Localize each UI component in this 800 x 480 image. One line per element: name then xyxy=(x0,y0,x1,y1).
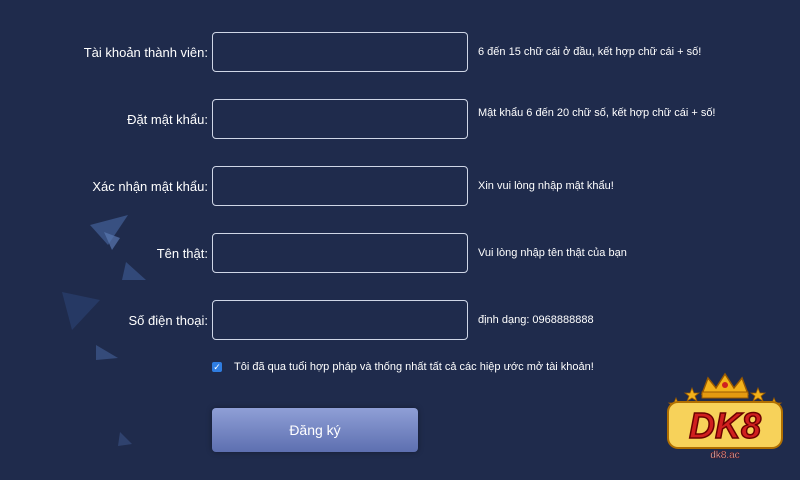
password-input[interactable] xyxy=(212,99,468,139)
form-row-password: Đặt mật khẩu: Mật khẩu 6 đến 20 chữ số, … xyxy=(0,99,800,141)
svg-text:DK8: DK8 xyxy=(689,405,761,446)
phone-hint: định dạng: 0968888888 xyxy=(478,314,594,326)
form-row-real-name: Tên thật: Vui lòng nhập tên thật của bạn xyxy=(0,233,800,275)
password-hint: Mật khẩu 6 đến 20 chữ số, kết hợp chữ cá… xyxy=(478,107,716,119)
username-input[interactable] xyxy=(212,32,468,72)
agreement-row: ✓ Tôi đã qua tuổi hợp pháp và thống nhất… xyxy=(212,359,594,375)
crown-icon xyxy=(700,372,750,399)
agreement-checkbox[interactable]: ✓ xyxy=(212,362,222,372)
agreement-text: Tôi đã qua tuổi hợp pháp và thống nhất t… xyxy=(234,361,594,373)
confirm-password-hint: Xin vui lòng nhập mật khẩu! xyxy=(478,180,614,192)
real-name-label: Tên thật: xyxy=(156,246,208,261)
real-name-input[interactable] xyxy=(212,233,468,273)
phone-input[interactable] xyxy=(212,300,468,340)
form-row-confirm-password: Xác nhận mật khẩu: Xin vui lòng nhập mật… xyxy=(0,166,800,208)
form-row-username: Tài khoản thành viên: 6 đến 15 chữ cái ở… xyxy=(0,32,800,74)
username-hint: 6 đến 15 chữ cái ở đầu, kết hợp chữ cái … xyxy=(478,46,702,58)
real-name-hint: Vui lòng nhập tên thật của bạn xyxy=(478,247,627,259)
phone-label: Số điện thoại: xyxy=(128,313,208,328)
username-label: Tài khoản thành viên: xyxy=(83,45,208,60)
svg-text:dk8.ac: dk8.ac xyxy=(710,450,739,461)
register-button[interactable]: Đăng ký xyxy=(212,408,418,452)
confirm-password-label: Xác nhận mật khẩu: xyxy=(92,179,208,194)
form-row-phone: Số điện thoại: định dạng: 0968888888 xyxy=(0,300,800,342)
password-label: Đặt mật khẩu: xyxy=(127,112,208,127)
confirm-password-input[interactable] xyxy=(212,166,468,206)
dk8-logo: DK8 dk8.ac xyxy=(667,372,783,461)
